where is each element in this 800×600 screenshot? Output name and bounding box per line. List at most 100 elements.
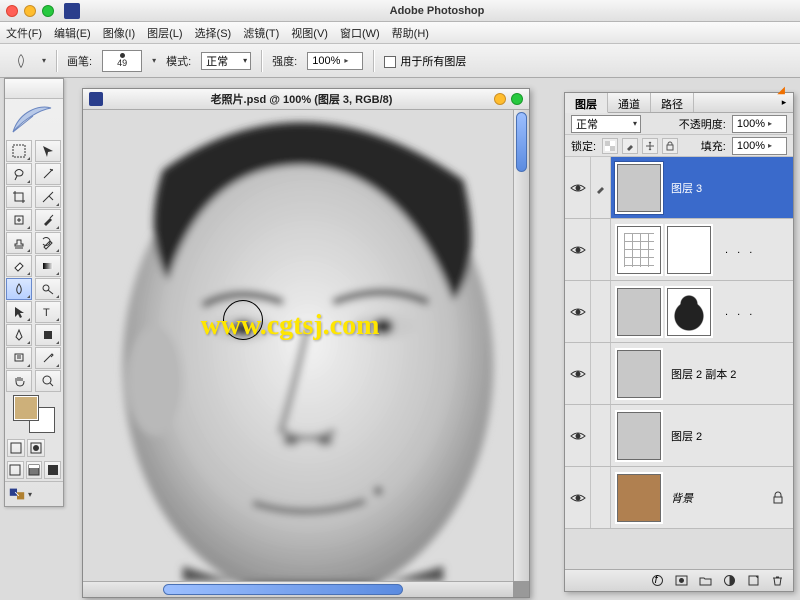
link-toggle[interactable] (591, 343, 611, 404)
link-toggle[interactable] (591, 467, 611, 528)
layer-name[interactable]: 背景 (667, 490, 693, 506)
path-select-tool[interactable] (6, 301, 32, 323)
screen-menubar-button[interactable] (26, 461, 43, 479)
visibility-toggle[interactable] (565, 281, 591, 342)
brush-picker[interactable]: 49 (102, 50, 142, 72)
layer-row[interactable]: 图层 2 副本 2 (565, 343, 793, 405)
scrollbar-thumb[interactable] (516, 112, 527, 172)
menu-layer[interactable]: 图层(L) (147, 25, 182, 41)
window-minimize-button[interactable] (24, 5, 36, 17)
eraser-tool[interactable] (6, 255, 32, 277)
layer-row[interactable]: 背景 (565, 467, 793, 529)
dodge-tool[interactable] (35, 278, 61, 300)
visibility-toggle[interactable] (565, 405, 591, 466)
screen-full-button[interactable] (44, 461, 61, 479)
healing-brush-tool[interactable] (6, 209, 32, 231)
visibility-toggle[interactable] (565, 467, 591, 528)
layer-row[interactable]: . . . (565, 281, 793, 343)
foreground-color[interactable] (13, 395, 39, 421)
opacity-input[interactable]: 100%▸ (732, 115, 787, 133)
document-zoom-button[interactable] (511, 93, 523, 105)
tab-channels[interactable]: 通道 (608, 93, 651, 112)
standard-mode-button[interactable] (7, 439, 25, 457)
strength-input[interactable]: 100% ▸ (307, 52, 363, 70)
layer-thumbnail[interactable] (667, 288, 711, 336)
tab-paths[interactable]: 路径 (651, 93, 694, 112)
marquee-tool[interactable] (6, 140, 32, 162)
menu-image[interactable]: 图像(I) (103, 25, 135, 41)
menu-view[interactable]: 视图(V) (291, 25, 328, 41)
vertical-scrollbar[interactable] (513, 110, 529, 581)
layer-thumbnail[interactable] (617, 412, 661, 460)
menu-edit[interactable]: 编辑(E) (54, 25, 91, 41)
layer-thumbnail[interactable] (617, 226, 661, 274)
magic-wand-tool[interactable] (35, 163, 61, 185)
stamp-tool[interactable] (6, 232, 32, 254)
jump-to-imageready[interactable]: ▾ (5, 481, 63, 506)
tool-preset-dropdown-icon[interactable]: ▾ (42, 56, 46, 65)
layer-name[interactable]: 图层 3 (667, 180, 702, 196)
move-tool[interactable] (35, 140, 61, 162)
layer-mask-button[interactable] (673, 573, 689, 589)
type-tool[interactable]: T (35, 301, 61, 323)
layer-style-button[interactable]: f (649, 573, 665, 589)
link-toggle[interactable] (591, 405, 611, 466)
link-toggle[interactable] (591, 219, 611, 280)
panel-grip-icon[interactable]: ◢ (777, 85, 785, 96)
tab-layers[interactable]: 图层 (565, 93, 608, 113)
scrollbar-thumb[interactable] (163, 584, 403, 595)
new-set-button[interactable] (697, 573, 713, 589)
history-brush-tool[interactable] (35, 232, 61, 254)
visibility-toggle[interactable] (565, 343, 591, 404)
delete-layer-button[interactable] (769, 573, 785, 589)
crop-tool[interactable] (6, 186, 32, 208)
layer-blend-mode-select[interactable]: 正常 (571, 115, 641, 133)
blur-tool[interactable] (6, 278, 32, 300)
horizontal-scrollbar[interactable] (83, 581, 513, 597)
lock-pixels-button[interactable] (622, 138, 638, 154)
window-close-button[interactable] (6, 5, 18, 17)
link-toggle[interactable] (591, 157, 611, 218)
layer-thumbnail[interactable] (617, 288, 661, 336)
canvas[interactable]: www.cgtsj.com (83, 110, 513, 581)
current-tool-icon[interactable] (10, 50, 32, 72)
layer-name[interactable]: 图层 2 (667, 428, 702, 444)
layer-row[interactable]: 图层 3 (565, 157, 793, 219)
hand-tool[interactable] (6, 370, 32, 392)
all-layers-checkbox[interactable]: 用于所有图层 (384, 53, 466, 69)
layer-name[interactable]: 图层 2 副本 2 (667, 366, 736, 382)
layer-thumbnail[interactable] (617, 164, 661, 212)
layer-thumbnail[interactable] (617, 350, 661, 398)
menu-filter[interactable]: 滤镜(T) (243, 25, 279, 41)
lock-all-button[interactable] (662, 138, 678, 154)
screen-standard-button[interactable] (7, 461, 24, 479)
pen-tool[interactable] (6, 324, 32, 346)
eyedropper-tool[interactable] (35, 347, 61, 369)
menu-window[interactable]: 窗口(W) (340, 25, 380, 41)
quickmask-mode-button[interactable] (27, 439, 45, 457)
menu-file[interactable]: 文件(F) (6, 25, 42, 41)
notes-tool[interactable] (6, 347, 32, 369)
new-adjustment-button[interactable] (721, 573, 737, 589)
document-minimize-button[interactable] (494, 93, 506, 105)
document-titlebar[interactable]: 老照片.psd @ 100% (图层 3, RGB/8) (83, 89, 529, 110)
layer-row[interactable]: . . . (565, 219, 793, 281)
lasso-tool[interactable] (6, 163, 32, 185)
zoom-tool[interactable] (35, 370, 61, 392)
brush-tool[interactable] (35, 209, 61, 231)
menu-help[interactable]: 帮助(H) (392, 25, 429, 41)
lock-transparency-button[interactable] (602, 138, 618, 154)
fill-input[interactable]: 100%▸ (732, 137, 787, 155)
new-layer-button[interactable] (745, 573, 761, 589)
shape-tool[interactable] (35, 324, 61, 346)
layer-thumbnail[interactable] (667, 226, 711, 274)
visibility-toggle[interactable] (565, 219, 591, 280)
lock-position-button[interactable] (642, 138, 658, 154)
toolbox-header[interactable] (5, 79, 63, 99)
gradient-tool[interactable] (35, 255, 61, 277)
blend-mode-select[interactable]: 正常 (201, 52, 251, 70)
link-toggle[interactable] (591, 281, 611, 342)
window-zoom-button[interactable] (42, 5, 54, 17)
menu-select[interactable]: 选择(S) (195, 25, 232, 41)
layer-thumbnail[interactable] (617, 474, 661, 522)
